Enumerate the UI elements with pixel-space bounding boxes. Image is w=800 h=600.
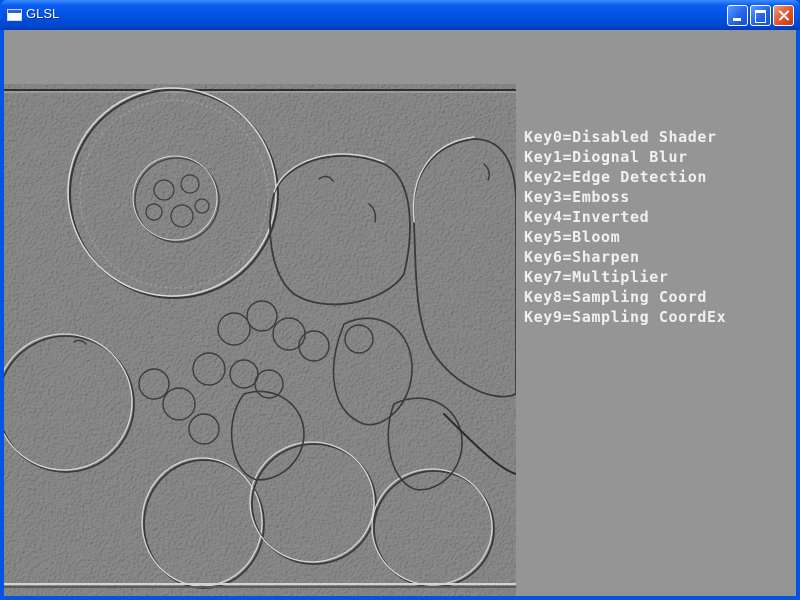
key-help-item: Key8=Sampling Coord: [524, 288, 707, 306]
close-button[interactable]: [773, 5, 794, 26]
key-help-list: Key0=Disabled Shader Key1=Diognal Blur K…: [524, 127, 726, 327]
minimize-button[interactable]: [727, 5, 748, 26]
client-area: Key0=Disabled Shader Key1=Diognal Blur K…: [4, 30, 796, 596]
maximize-button[interactable]: [750, 5, 771, 26]
title-bar[interactable]: GLSL: [0, 0, 800, 30]
app-window: GLSL Key0=Disabled Shader Key1=Diognal B…: [0, 0, 800, 600]
key-help-item: Key9=Sampling CoordEx: [524, 308, 727, 326]
key-help-item: Key4=Inverted: [524, 208, 650, 226]
window-title: GLSL: [26, 6, 60, 21]
embossed-fruit-image: [4, 84, 516, 596]
key-help-item: Key6=Sharpen: [524, 248, 640, 266]
key-help-item: Key3=Emboss: [524, 188, 630, 206]
key-help-item: Key7=Multiplier: [524, 268, 669, 286]
key-help-item: Key5=Bloom: [524, 228, 621, 246]
key-help-item: Key0=Disabled Shader: [524, 128, 717, 146]
gl-viewport[interactable]: [4, 84, 516, 596]
key-help-item: Key2=Edge Detection: [524, 168, 707, 186]
window-icon[interactable]: [7, 9, 22, 21]
key-help-item: Key1=Diognal Blur: [524, 148, 688, 166]
